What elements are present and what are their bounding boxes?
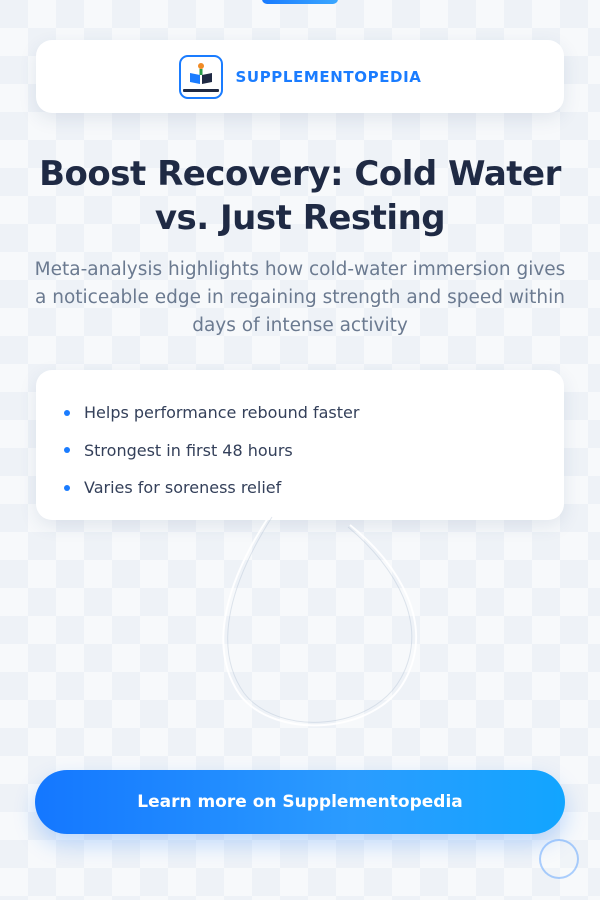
page-subtitle: Meta-analysis highlights how cold-water … [34,259,566,336]
list-item: Helps performance rebound faster [64,394,536,432]
list-item-text: Helps performance rebound faster [84,403,360,423]
list-item: Strongest in first 48 hours [64,432,536,470]
bullet-dot-icon [64,484,70,491]
page-title: Boost Recovery: Cold Water vs. Just Rest… [39,154,561,238]
brand-name: SUPPLEMENTOPEDIA [235,67,422,86]
list-item-text: Varies for soreness relief [84,478,282,498]
corner-ring-icon [539,839,579,879]
book-icon [178,54,223,99]
key-points-card: Helps performance rebound faster Stronge… [36,370,564,520]
learn-more-button[interactable]: Learn more on Supplementopedia [35,770,565,834]
key-points-list: Helps performance rebound faster Stronge… [64,394,536,507]
bullet-dot-icon [64,409,70,416]
brand-card: SUPPLEMENTOPEDIA [36,40,564,113]
decorative-water-drop [222,514,418,727]
list-item-text: Strongest in first 48 hours [84,440,293,460]
top-accent-bar [262,0,338,4]
list-item: Varies for soreness relief [64,469,536,507]
bullet-dot-icon [64,447,70,454]
